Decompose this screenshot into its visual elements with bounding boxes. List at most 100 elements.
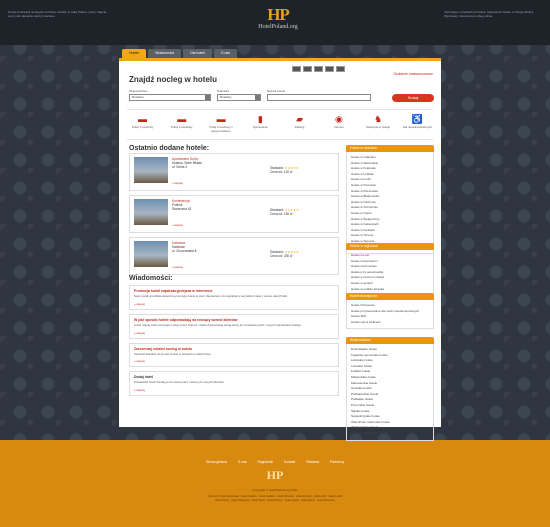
sidebar-heading: Województwa <box>346 337 434 344</box>
footer-background <box>0 440 550 527</box>
advanced-search-link[interactable]: Szukanie zaawansowane <box>394 72 434 76</box>
footer-link[interactable]: Regulamin <box>257 460 273 464</box>
flag-icon[interactable] <box>292 66 301 72</box>
bed-icon: ▬ <box>138 114 147 124</box>
hotel-name-field[interactable]: Nazwa hotelu <box>267 89 371 101</box>
pet-icon: ♞ <box>374 114 383 124</box>
language-flags <box>292 66 345 72</box>
flag-icon[interactable] <box>325 66 334 72</box>
sidebar-link[interactable]: Hotele w pobliżu lotniska <box>351 287 433 293</box>
bed-icon: ▬ <box>216 114 226 124</box>
news-headline[interactable]: Dodaj hotel <box>134 375 334 379</box>
main-nav: Hotele Wiadomości Dla hoteli O nas <box>122 49 238 58</box>
hotel-address: ul. Solna 3 <box>172 165 188 169</box>
footer-link[interactable]: Kontakt <box>284 460 295 464</box>
footer-logo[interactable]: HP <box>260 468 290 483</box>
standard-select[interactable]: Standard Dowolny <box>217 89 261 101</box>
news-body: Coraz więcej osób rezerwuje noclegi prze… <box>134 322 302 327</box>
search-title: Znajdź nocleg w hotelu <box>129 75 217 84</box>
facility-parking[interactable]: ▰ Parking <box>284 113 315 139</box>
globe-icon: ◉ <box>334 114 343 124</box>
footer-link[interactable]: Reklama <box>306 460 319 464</box>
news-item: Dodaj hotel Prowadzisz hotel? Dodaj go d… <box>129 371 339 397</box>
flag-icon[interactable] <box>314 66 323 72</box>
sidebar-link[interactable]: Hotele spa & wellness <box>351 320 433 326</box>
news-list: Promocja hoteli najatrakcyjniejsza w int… <box>129 285 339 400</box>
hotel-more-link[interactable]: » więcej <box>172 265 183 269</box>
facility-double-bed-room[interactable]: ▬ Pokój 2-osobowy z jednym łóżkiem <box>206 113 237 139</box>
flag-icon[interactable] <box>336 66 345 72</box>
hotel-card: Konferencja Pułtusk Słoneczna 42 » więce… <box>129 195 339 233</box>
sidebar-heading: Hotele tematyczne <box>346 293 434 300</box>
sidebar-themes: Hotele tematyczne Hotele biznesowe Hotel… <box>346 293 434 330</box>
chevron-down-icon <box>255 95 260 100</box>
news-title: Wiadomości: <box>129 275 173 282</box>
search-form: Województwo Dowolne Standard Dowolny Naz… <box>129 89 434 109</box>
hotel-price: Cena od: 150 zł <box>270 212 293 216</box>
search-button[interactable]: Szukaj <box>392 94 434 102</box>
hotel-address: Słoneczna 42 <box>172 207 192 211</box>
latest-hotels-list: Apartament Solny Kraków, Stare Miasto ul… <box>129 153 339 279</box>
bed-icon: ▬ <box>177 114 187 124</box>
footer-link[interactable]: Partnerzy <box>330 460 344 464</box>
flag-icon[interactable] <box>303 66 312 72</box>
site-logo[interactable]: HP HotelPoland.org <box>243 5 313 31</box>
news-more-link[interactable]: » więcej <box>134 302 334 306</box>
logo-mark: HP <box>267 5 290 24</box>
header-right-text: Informacje o hotelach w Polsce. Najnowsz… <box>444 10 534 18</box>
hotel-price: Cena od: 230 zł <box>270 254 293 258</box>
header-left-text: Portal rezerwacji noclegów w Polsce. Hot… <box>8 10 107 18</box>
hotel-address: ul. Chorzowska 8 <box>172 249 197 253</box>
sidebar-cities: Hotele w miastach Hotele w Gdańsku Hotel… <box>346 145 434 255</box>
news-more-link[interactable]: » więcej <box>134 388 334 392</box>
sidebar-link[interactable]: Zachodniopomorskie hotele <box>351 431 433 437</box>
facility-filters: ▬ Pokój 1-osobowy ▬ Pokój 2-osobowy ▬ Pokój… <box>127 109 433 140</box>
news-more-link[interactable]: » więcej <box>134 359 334 363</box>
footer-link[interactable]: Strona główna <box>206 460 227 464</box>
hotel-price: Cena od: 120 zł <box>270 170 293 174</box>
tab-dla-hoteli[interactable]: Dla hoteli <box>183 49 212 58</box>
hotel-card: Apartament Solny Kraków, Stare Miasto ul… <box>129 153 339 191</box>
news-headline[interactable]: Zarezerwuj ostatni nocleg w hotelu <box>134 347 334 351</box>
sidebar-voivodeships: Województwa Dolnośląskie hotele Kujawsko… <box>346 337 434 441</box>
copyright: Copyright © HotelPoland.org 2011 <box>252 488 298 492</box>
sidebar-regions: Hotele w regionach Hotele na wsi Hotele … <box>346 243 434 297</box>
voivodeship-select[interactable]: Województwo Dowolne <box>129 89 211 101</box>
facility-single-room[interactable]: ▬ Pokój 1-osobowy <box>127 113 158 139</box>
sidebar-heading: Hotele w regionach <box>346 243 434 250</box>
news-body: Prowadzisz hotel? Dodaj go do naszej baz… <box>134 380 225 385</box>
news-headline[interactable]: W jaki sposób hotele odpowiadają na rosn… <box>134 318 334 322</box>
sidebar-heading: Hotele w miastach <box>346 145 434 152</box>
hotel-more-link[interactable]: » więcej <box>172 223 183 227</box>
content-panel: Szukanie zaawansowane Znajdź nocleg w ho… <box>119 58 441 441</box>
facility-internet[interactable]: ◉ Internet <box>323 113 354 139</box>
hotel-card: Katowice Katowice ul. Chorzowska 8 » wię… <box>129 237 339 275</box>
facility-heating[interactable]: ▮ Ogrzewanie <box>245 113 276 139</box>
hotel-photo[interactable] <box>134 199 168 225</box>
facility-pets[interactable]: ♞ Zwierzęta w pokoju <box>363 113 394 139</box>
chevron-down-icon <box>205 95 210 100</box>
hotel-photo[interactable] <box>134 157 168 183</box>
facility-disabled[interactable]: ♿ Dla niepełnosprawnych <box>402 113 433 139</box>
news-more-link[interactable]: » więcej <box>134 331 334 335</box>
news-headline[interactable]: Promocja hoteli najatrakcyjniejsza w int… <box>134 289 334 293</box>
partners-line[interactable]: Hotel Sopot · Hotel Zakopane · Hotel Tor… <box>0 499 550 503</box>
footer-nav: Strona główna O nas Regulamin Kontakt Re… <box>0 460 550 464</box>
hotel-photo[interactable] <box>134 241 168 267</box>
logo-site-name: HotelPoland.org <box>258 24 298 30</box>
news-item: W jaki sposób hotele odpowiadają na rosn… <box>129 313 339 339</box>
facility-double-room[interactable]: ▬ Pokój 2-osobowy <box>166 113 197 139</box>
tab-wiadomosci[interactable]: Wiadomości <box>148 49 182 58</box>
news-item: Zarezerwuj ostatni nocleg w hotelu Spraw… <box>129 342 339 368</box>
latest-hotels-title: Ostatnio dodane hotele: <box>129 145 210 152</box>
news-body: Nasz portal umożliwia skuteczną promocję… <box>134 294 288 298</box>
page: Portal rezerwacji noclegów w Polsce. Hot… <box>0 0 550 527</box>
heater-icon: ▮ <box>257 114 263 124</box>
footer-link[interactable]: O nas <box>238 460 247 464</box>
tab-hotele[interactable]: Hotele <box>122 49 147 58</box>
hotel-more-link[interactable]: » więcej <box>172 181 183 185</box>
news-item: Promocja hoteli najatrakcyjniejsza w int… <box>129 285 339 310</box>
tab-o-nas[interactable]: O nas <box>213 49 238 58</box>
wheelchair-icon: ♿ <box>411 114 424 124</box>
news-body: Sprawdź aktualne oferty last minute w ho… <box>134 351 212 356</box>
